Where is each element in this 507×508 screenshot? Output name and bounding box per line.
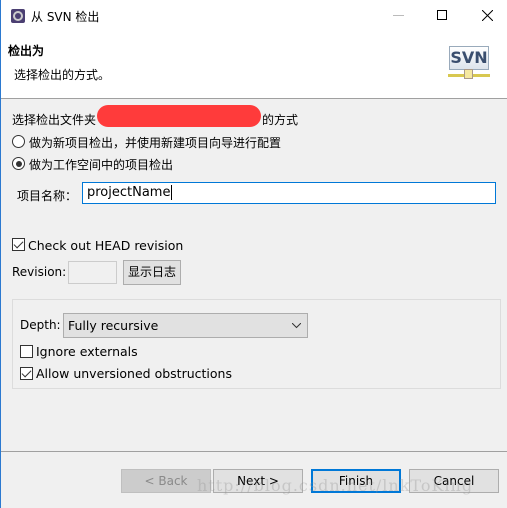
finish-button[interactable]: Finish bbox=[311, 469, 401, 493]
maximize-icon[interactable] bbox=[437, 10, 447, 20]
text-cursor bbox=[171, 185, 173, 200]
page-subtitle: 选择检出的方式。 bbox=[14, 68, 111, 82]
folder-prefix: 选择检出文件夹 bbox=[12, 113, 97, 127]
project-name-input[interactable]: projectName bbox=[82, 182, 496, 204]
allow-unversioned-label: Allow unversioned obstructions bbox=[36, 366, 232, 381]
check-head-checkbox[interactable] bbox=[12, 238, 25, 251]
eclipse-gear-icon bbox=[11, 9, 25, 23]
close-icon[interactable] bbox=[482, 10, 493, 21]
radio-new-project[interactable] bbox=[12, 135, 25, 148]
revision-label: Revision: bbox=[12, 265, 67, 279]
wizard-header: 检出为 选择检出的方式。 SVN bbox=[1, 32, 507, 99]
folder-suffix: 的方式 bbox=[262, 113, 299, 127]
check-head-label: Check out HEAD revision bbox=[28, 238, 184, 253]
show-log-button[interactable]: 显示日志 bbox=[123, 260, 181, 285]
depth-value: Fully recursive bbox=[68, 318, 159, 333]
minimize-icon[interactable] bbox=[393, 15, 404, 16]
depth-label: Depth: bbox=[20, 318, 61, 332]
footer-divider bbox=[1, 451, 507, 452]
svn-logo: SVN bbox=[449, 46, 489, 70]
title-bar: 从 SVN 检出 bbox=[1, 0, 507, 32]
page-title: 检出为 bbox=[8, 44, 45, 58]
redaction-mark bbox=[97, 105, 261, 127]
revision-input[interactable] bbox=[68, 261, 117, 284]
next-button[interactable]: Next > bbox=[213, 469, 303, 493]
project-name-label: 项目名称： bbox=[17, 189, 78, 203]
depth-select[interactable]: Fully recursive bbox=[63, 313, 308, 338]
svn-checkout-dialog: 从 SVN 检出 检出为 选择检出的方式。 SVN 选择检出文件夹 的方式 做为… bbox=[0, 0, 507, 508]
radio-new-project-label: 做为新项目检出，并使用新建项目向导进行配置 bbox=[29, 136, 282, 150]
chevron-down-icon bbox=[292, 323, 301, 329]
ignore-externals-checkbox[interactable] bbox=[20, 345, 33, 358]
radio-workspace-label: 做为工作空间中的项目检出 bbox=[29, 158, 174, 172]
ignore-externals-label: Ignore externals bbox=[36, 344, 138, 359]
project-name-value: projectName bbox=[87, 185, 171, 200]
cancel-button[interactable]: Cancel bbox=[409, 469, 499, 493]
back-button[interactable]: < Back bbox=[121, 469, 211, 493]
svn-logo-node bbox=[464, 69, 473, 79]
radio-workspace-project[interactable] bbox=[12, 157, 25, 170]
allow-unversioned-checkbox[interactable] bbox=[20, 367, 33, 380]
window-title: 从 SVN 检出 bbox=[31, 10, 100, 24]
